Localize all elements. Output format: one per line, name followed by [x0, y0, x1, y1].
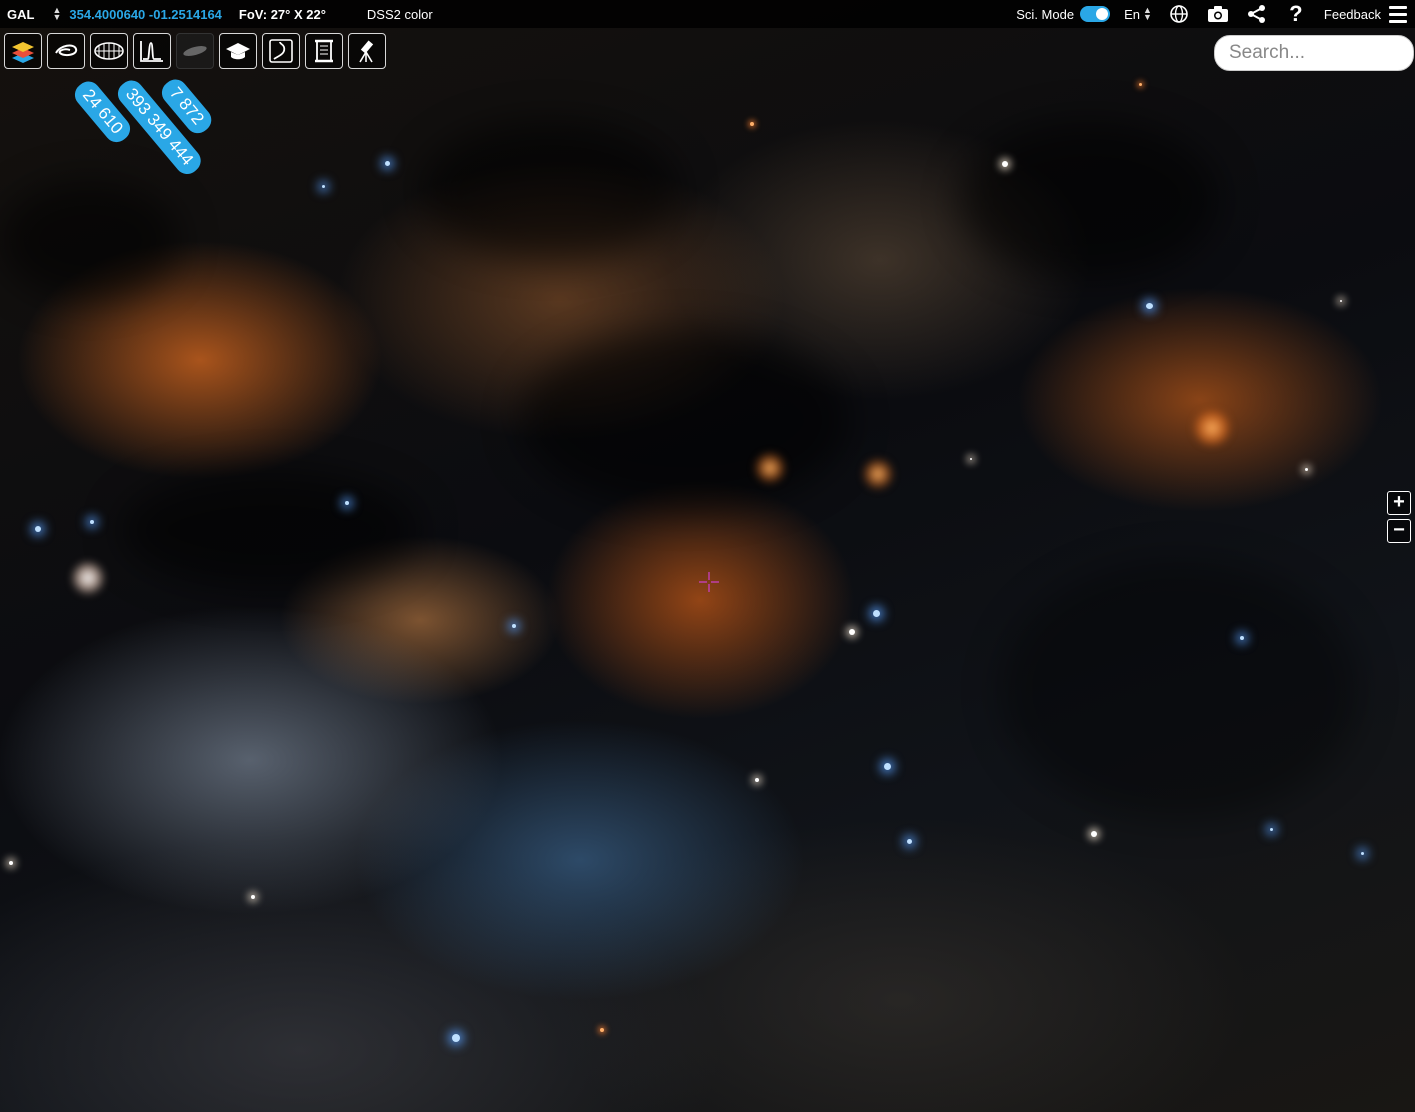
- star: [251, 895, 255, 899]
- star: [849, 629, 855, 635]
- frame-selector[interactable]: GAL ▲ ▼: [7, 5, 62, 22]
- updown-arrows-icon: ▲ ▼: [52, 5, 62, 22]
- path-icon: [269, 39, 293, 63]
- sci-mode-toggle[interactable]: [1080, 6, 1111, 22]
- help-icon[interactable]: ?: [1285, 1, 1307, 26]
- star: [1139, 83, 1142, 86]
- share-icon[interactable]: [1246, 4, 1268, 24]
- language-selector[interactable]: En ▲ ▼: [1124, 5, 1152, 22]
- star: [1240, 636, 1244, 640]
- globe-icon[interactable]: [1168, 4, 1190, 24]
- tour-button[interactable]: [262, 33, 300, 69]
- updown-arrows-icon: ▲ ▼: [1142, 5, 1152, 22]
- zoom-controls: + −: [1387, 491, 1411, 543]
- star: [1002, 161, 1008, 167]
- survey-name: DSS2 color: [366, 6, 433, 22]
- star: [512, 624, 516, 628]
- star: [35, 526, 41, 532]
- star: [1361, 852, 1364, 855]
- star: [970, 458, 972, 460]
- fov-display: FoV: 27° X 22°: [238, 6, 326, 22]
- nebula: [752, 452, 788, 484]
- star: [755, 778, 759, 782]
- galaxy-disk-icon: [183, 46, 207, 56]
- star: [1091, 831, 1097, 837]
- frame-label: GAL: [7, 6, 35, 22]
- galaxy-spiral-icon: [55, 44, 78, 57]
- layers-icon: [12, 42, 34, 63]
- star: [385, 161, 390, 166]
- dust-lane: [1000, 560, 1360, 820]
- spectrum-peak-icon: [140, 41, 163, 62]
- ellipse-grid-icon: [94, 42, 124, 60]
- nebula: [1190, 410, 1234, 446]
- dust-lane: [0, 180, 180, 300]
- star: [873, 610, 880, 617]
- star: [1146, 303, 1153, 309]
- star: [907, 839, 912, 844]
- toolbar: [4, 33, 386, 69]
- dust-lane: [960, 120, 1220, 280]
- star: [600, 1028, 604, 1032]
- sci-mode-label: Sci. Mode: [1016, 6, 1075, 22]
- star: [90, 520, 94, 524]
- graduation-cap-icon: [226, 43, 250, 60]
- star: [1270, 828, 1273, 831]
- telescope-icon: [359, 40, 374, 63]
- star: [884, 763, 891, 770]
- objects-button[interactable]: [47, 33, 85, 69]
- history-button[interactable]: [305, 33, 343, 69]
- star: [322, 185, 325, 188]
- sky-view[interactable]: [0, 0, 1415, 1112]
- top-bar-right: Sci. Mode En ▲ ▼ ? Feedback: [1016, 0, 1407, 28]
- coordinates-display[interactable]: 354.4000640 -01.2514164: [69, 7, 222, 22]
- menu-icon[interactable]: [1389, 5, 1407, 23]
- dust-lane: [420, 120, 680, 260]
- zoom-out-button[interactable]: −: [1387, 519, 1411, 543]
- star: [1305, 468, 1308, 471]
- nebula: [70, 560, 106, 596]
- top-bar: GAL ▲ ▼ 354.4000640 -01.2514164 FoV: 27° …: [0, 0, 1415, 28]
- crosshair-icon: [699, 572, 719, 592]
- learn-button[interactable]: [219, 33, 257, 69]
- nebula: [862, 456, 894, 492]
- star: [750, 122, 754, 126]
- toggle-knob: [1096, 8, 1109, 20]
- star: [9, 861, 13, 865]
- catalogs-button[interactable]: [90, 33, 128, 69]
- search-input[interactable]: [1214, 35, 1414, 71]
- scroll-icon: [315, 39, 333, 63]
- layers-button[interactable]: [4, 33, 42, 69]
- galaxy-disk-button[interactable]: [176, 33, 214, 69]
- star: [452, 1034, 460, 1042]
- star: [345, 501, 349, 505]
- zoom-in-button[interactable]: +: [1387, 491, 1411, 515]
- language-label: En: [1124, 6, 1140, 22]
- spectra-button[interactable]: [133, 33, 171, 69]
- observe-button[interactable]: [348, 33, 386, 69]
- camera-icon[interactable]: [1207, 4, 1229, 24]
- star: [1340, 300, 1342, 302]
- feedback-link[interactable]: Feedback: [1324, 7, 1381, 22]
- dust-lane: [120, 470, 420, 590]
- dust-lane: [520, 330, 850, 510]
